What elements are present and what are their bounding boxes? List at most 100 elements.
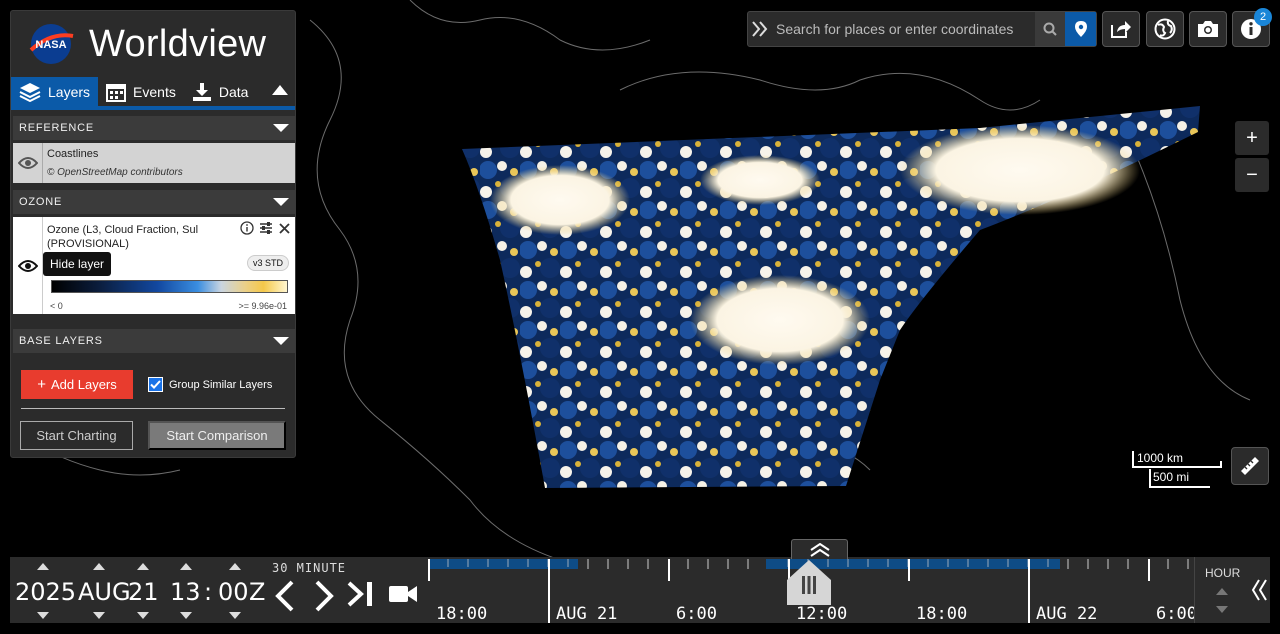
share-button[interactable] (1102, 11, 1140, 47)
checkmark-icon (150, 380, 161, 389)
month-up-arrow[interactable] (93, 563, 105, 570)
group-label: BASE LAYERS (19, 335, 103, 347)
collapse-sidebar-icon[interactable] (271, 83, 289, 97)
timeline-label: AUG 21 (556, 604, 618, 624)
start-comparison-button[interactable]: Start Comparison (148, 421, 286, 450)
layer-attribution: © OpenStreetMap contributors (47, 167, 183, 178)
brand: NASA Worldview (11, 11, 295, 77)
double-chevron-up-icon (809, 542, 830, 557)
svg-text:NASA: NASA (35, 39, 66, 51)
calendar-icon (106, 83, 127, 102)
sidebar-tabs: Layers Events Data (11, 77, 295, 110)
share-icon (1111, 21, 1131, 38)
timezone-label: Z (249, 578, 266, 606)
button-label: Add Layers (51, 377, 117, 392)
year-down-arrow[interactable] (37, 612, 49, 619)
add-layers-button[interactable]: + Add Layers (21, 370, 133, 399)
tab-label: Events (133, 83, 176, 100)
chevron-down-icon (273, 198, 289, 206)
nasa-logo[interactable]: NASA (25, 22, 77, 66)
timeline-label: 12:00 (796, 604, 848, 624)
year-up-arrow[interactable] (37, 563, 49, 570)
layer-coastlines[interactable]: Coastlines © OpenStreetMap contributors (13, 143, 295, 183)
scale-km-label: 1000 km (1137, 451, 1184, 465)
timeline-drawer-toggle[interactable] (791, 539, 848, 559)
collapse-timeline-button[interactable] (1248, 557, 1270, 623)
date-minute[interactable]: 00 (218, 578, 249, 606)
search-input[interactable] (772, 12, 1035, 46)
layer-name: Ozone (L3, Cloud Fraction, Sul (47, 224, 199, 236)
timeline-label: AUG 22 (1036, 604, 1098, 624)
skip-to-latest-icon[interactable] (347, 581, 375, 607)
zoom-out-button[interactable]: − (1235, 158, 1269, 192)
timeline-label: 6:00 (676, 604, 717, 624)
tab-events[interactable]: Events (98, 77, 184, 106)
divider (21, 408, 285, 409)
tab-label: Data (218, 83, 249, 100)
app-title: Worldview (89, 22, 267, 65)
search-icon (1043, 22, 1057, 36)
zoom-in-button[interactable]: + (1235, 121, 1269, 155)
zoom-level-down-arrow[interactable] (1216, 606, 1228, 613)
day-up-arrow[interactable] (137, 563, 149, 570)
close-icon[interactable] (278, 222, 291, 235)
date-day[interactable]: 21 (128, 578, 159, 606)
minute-up-arrow[interactable] (229, 563, 241, 570)
tab-data[interactable]: Data (184, 77, 257, 106)
cloud-mass (700, 155, 820, 205)
tab-layers[interactable]: Layers (11, 77, 99, 106)
hour-up-arrow[interactable] (180, 563, 192, 570)
search-button[interactable] (1035, 12, 1065, 46)
checkbox[interactable] (148, 377, 163, 392)
cloud-mass (490, 165, 630, 235)
visibility-toggle[interactable] (13, 217, 43, 314)
checkbox-label: Group Similar Layers (169, 378, 273, 391)
visibility-toggle[interactable] (13, 143, 43, 183)
plus-icon: + (37, 376, 46, 393)
group-similar-checkbox[interactable]: Group Similar Layers (148, 377, 272, 392)
legend-max: >= 9.96e-01 (238, 301, 287, 311)
sliders-icon[interactable] (259, 221, 273, 235)
interval-label[interactable]: 30 MINUTE (272, 561, 346, 575)
group-ozone-header[interactable]: OZONE (13, 190, 295, 214)
timeline-label: 6:00 (1156, 604, 1197, 624)
legend-colorbar (51, 280, 288, 293)
info-menu-button[interactable]: 2 (1232, 8, 1272, 47)
video-camera-icon[interactable] (388, 583, 418, 605)
start-charting-button[interactable]: Start Charting (20, 421, 133, 450)
tooltip: Hide layer (43, 252, 112, 276)
date-month[interactable]: AUG (78, 578, 131, 606)
time-separator: : (204, 578, 213, 606)
hour-down-arrow[interactable] (180, 612, 192, 619)
group-reference-header[interactable]: REFERENCE (13, 116, 295, 140)
timeline-handle[interactable] (787, 558, 831, 605)
download-icon (192, 82, 211, 101)
month-down-arrow[interactable] (93, 612, 105, 619)
timeline-label: 18:00 (916, 604, 968, 624)
legend-min: < 0 (50, 301, 63, 311)
eye-icon (17, 259, 38, 272)
eye-icon (17, 157, 38, 169)
minute-down-arrow[interactable] (229, 612, 241, 619)
double-chevron-right-icon (752, 21, 768, 37)
worldview-app: NASA Worldview Layers Events Data REFERE… (0, 0, 1280, 634)
group-base-header[interactable]: BASE LAYERS (13, 329, 295, 353)
date-hour[interactable]: 13 (170, 578, 201, 606)
snapshot-button[interactable] (1189, 11, 1227, 47)
next-step-icon[interactable] (313, 580, 335, 612)
search-bar (747, 11, 1097, 47)
group-label: REFERENCE (19, 122, 95, 134)
expand-search-button[interactable] (748, 12, 772, 46)
layer-subtitle: (PROVISIONAL) (47, 238, 129, 250)
info-icon[interactable] (240, 221, 254, 235)
zoom-level-up-arrow[interactable] (1216, 588, 1228, 595)
day-down-arrow[interactable] (137, 612, 149, 619)
date-year[interactable]: 2025 (15, 578, 76, 606)
measure-button[interactable] (1231, 447, 1269, 485)
scale-mi-label: 500 mi (1153, 470, 1190, 484)
place-marker-button[interactable] (1065, 12, 1096, 46)
chevron-down-icon (273, 124, 289, 132)
sidebar: NASA Worldview Layers Events Data REFERE… (10, 10, 296, 458)
projection-button[interactable] (1146, 11, 1184, 47)
prev-step-icon[interactable] (274, 580, 296, 612)
